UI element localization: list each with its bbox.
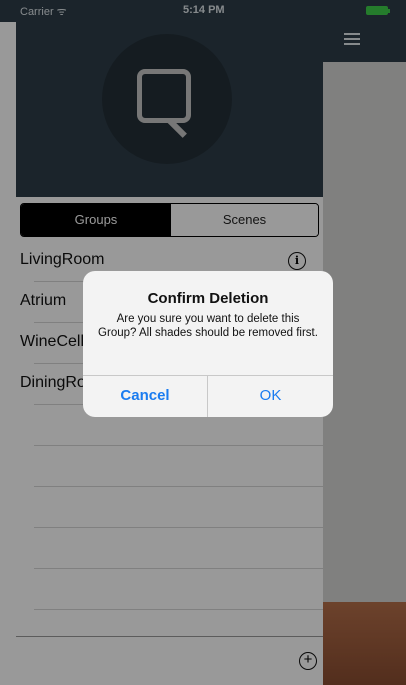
cancel-button[interactable]: Cancel [83, 375, 207, 417]
confirm-deletion-alert: Confirm Deletion Are you sure you want t… [83, 271, 333, 417]
ok-button[interactable]: OK [208, 375, 333, 417]
alert-title: Confirm Deletion [147, 290, 269, 307]
alert-message: Are you sure you want to delete this Gro… [98, 313, 318, 339]
